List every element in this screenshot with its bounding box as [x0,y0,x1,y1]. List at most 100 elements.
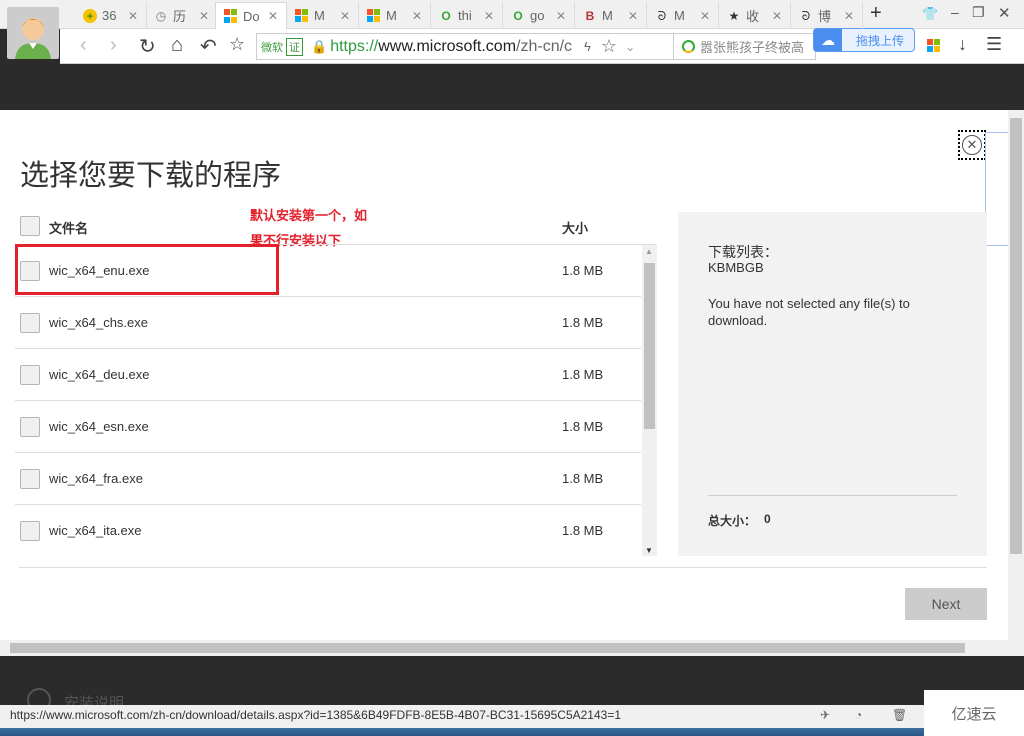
close-tab-icon[interactable]: ✕ [128,9,138,23]
history-clock-icon: ◷ [155,8,167,23]
tab[interactable]: M ✕ [359,2,431,29]
favorite-star-icon[interactable]: ☆ [229,34,245,55]
page-title: 选择您要下载的程序 [20,160,282,192]
close-tab-icon[interactable]: ✕ [412,9,422,23]
tab-label: M [386,8,397,23]
close-tab-icon[interactable]: ✕ [700,9,710,23]
file-checkbox[interactable] [20,364,40,385]
drag-upload-button[interactable]: ☁ 拖拽上传 [813,28,915,52]
page-vertical-scrollbar[interactable] [1008,110,1024,640]
speed-icon[interactable]: ◔ [855,708,862,722]
close-tab-icon[interactable]: ✕ [844,9,854,23]
cert-label: 微软 [261,41,283,54]
url-path: /zh-cn/c [516,37,573,55]
search-box[interactable]: 嚣张熊孩子终被高 [674,33,816,60]
list-scrollbar-thumb[interactable] [644,263,655,429]
reload-icon[interactable]: ↻ [139,34,156,59]
star-icon: ★ [728,8,740,23]
maximize-icon[interactable]: ❐ [972,4,985,21]
next-button[interactable]: Next [905,588,987,620]
close-tab-icon[interactable]: ✕ [340,9,350,23]
file-checkbox[interactable] [20,468,40,489]
close-dialog-button[interactable]: ✕ [958,130,986,160]
tab[interactable]: ★ 收 ✕ [719,2,791,29]
file-size: 1.8 MB [562,523,604,538]
tab[interactable]: B M ✕ [575,2,647,29]
trash-icon[interactable]: 🗑 [892,708,907,722]
cert-badge: 证 [286,37,303,56]
scroll-down-icon[interactable]: ▼ [645,546,653,555]
url-scheme: https:// [330,37,379,55]
tab-label: M [314,8,325,23]
tab[interactable]: ◷ 历 ✕ [146,2,218,29]
focus-outline [985,132,1008,246]
apps-grid-icon[interactable] [927,39,940,52]
file-row[interactable]: wic_x64_deu.exe 1.8 MB [15,349,641,401]
h-scrollbar-thumb[interactable] [10,643,965,653]
file-name: wic_x64_fra.exe [49,471,143,486]
tab[interactable]: +36 ✕ [75,2,147,29]
lightning-icon[interactable]: ϟ [584,39,591,54]
select-all-checkbox[interactable] [20,216,40,236]
close-tab-icon[interactable]: ✕ [772,9,782,23]
list-scrollbar[interactable]: ▲ ▼ [642,245,657,556]
file-checkbox[interactable] [20,312,40,333]
total-size-value: 0 [764,512,771,526]
download-icon[interactable]: ↓ [958,34,967,55]
close-window-icon[interactable]: ✕ [998,4,1011,22]
page-scrollbar-thumb[interactable] [1010,118,1022,554]
microsoft-logo-icon [367,8,381,23]
page-horizontal-scrollbar[interactable] [0,640,1024,656]
tab-label: Do [243,8,260,24]
tab-label: 历 [173,9,187,24]
minimize-icon[interactable]: – [951,4,959,20]
file-row[interactable]: wic_x64_chs.exe 1.8 MB [15,297,641,349]
menu-icon[interactable]: ☰ [986,34,1002,55]
undo-icon[interactable]: ↶ [200,34,217,59]
bookmark-star-icon[interactable]: ☆ [601,36,617,57]
file-name: wic_x64_chs.exe [49,315,148,330]
b-logo-icon: B [585,8,595,23]
close-tab-icon[interactable]: ✕ [268,9,278,23]
watermark-text: 亿速云 [951,705,997,723]
new-tab-button[interactable]: + [870,2,882,25]
close-tab-icon[interactable]: ✕ [628,9,638,23]
tab[interactable]: ᘐ M ✕ [647,2,719,29]
microsoft-logo-icon [295,8,309,23]
close-tab-icon[interactable]: ✕ [484,9,494,23]
user-avatar[interactable] [7,7,59,59]
pin-icon[interactable]: ✈ [820,708,830,722]
file-row[interactable]: wic_x64_fra.exe 1.8 MB [15,453,641,505]
file-row[interactable]: wic_x64_esn.exe 1.8 MB [15,401,641,453]
tab[interactable]: ᘐ 博 ✕ [791,2,863,29]
file-checkbox[interactable] [20,416,40,437]
close-tab-icon[interactable]: ✕ [199,9,209,23]
url-host: www.microsoft.com [378,37,517,55]
tab[interactable]: M ✕ [287,2,359,29]
status-url: https://www.microsoft.com/zh-cn/download… [10,708,622,722]
file-row[interactable]: wic_x64_ita.exe 1.8 MB [15,505,641,556]
upload-label: 拖拽上传 [856,33,905,48]
home-icon[interactable]: ⌂ [171,34,183,57]
column-header-size: 大小 [562,221,589,236]
cloud-icon: ☁ [814,29,842,51]
panel-sub: KBMBGB [708,260,764,275]
panel-divider [708,495,957,496]
annotation-line1: 默认安装第一个，如 [250,208,368,223]
dropdown-chevron-icon[interactable]: ⌄ [625,40,635,54]
tab[interactable]: Othi ✕ [431,2,503,29]
scroll-up-icon[interactable]: ▲ [645,247,653,256]
download-list-panel: 下载列表： KBMBGB You have not selected any f… [678,212,987,556]
close-tab-icon[interactable]: ✕ [556,9,566,23]
back-icon[interactable]: ‹ [80,34,87,57]
tab-label: M [674,8,685,23]
tab[interactable]: Ogo ✕ [503,2,575,29]
tab-label: 36 [102,8,117,23]
skin-icon[interactable]: 👕 [922,6,938,22]
forward-icon[interactable]: › [110,34,117,57]
address-bar[interactable]: 微软 证 🔒 https://www.microsoft.com/zh-cn/c… [256,33,674,60]
lock-icon: 🔒 [311,38,328,54]
file-size: 1.8 MB [562,315,604,330]
tab[interactable]: Do ✕ [215,2,287,29]
file-checkbox[interactable] [20,520,40,541]
